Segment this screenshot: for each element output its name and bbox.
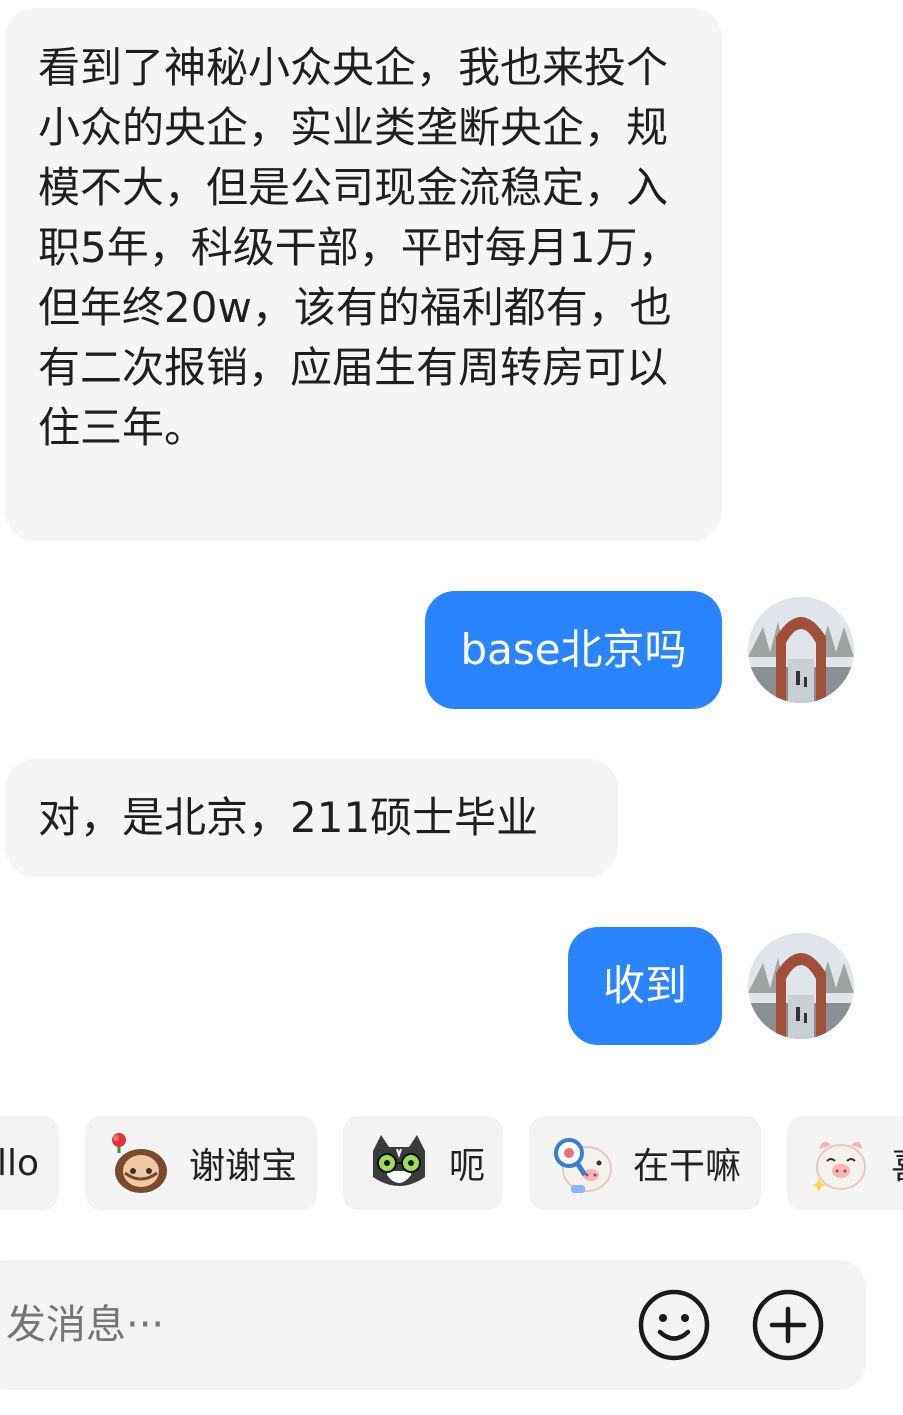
user-avatar[interactable] [748,597,854,703]
incoming-message[interactable]: 对，是北京，211硕士毕业 [5,759,618,877]
message-composer [0,1260,866,1390]
quick-reply-chip[interactable]: 呃 [343,1116,503,1210]
cat-with-glasses-sticker-icon [367,1131,431,1195]
quick-reply-label: 在干嘛 [633,1146,742,1187]
outgoing-message[interactable]: 收到 [568,927,722,1045]
quick-reply-chip[interactable]: 喜 [787,1116,903,1210]
chat-screen: 看到了神秘小众央企，我也来投个小众的央企，实业类垄断央企，规模不大，但是公司现金… [0,0,903,1415]
quick-reply-label: 谢谢宝 [189,1146,298,1187]
message-input[interactable] [6,1260,566,1390]
girl-with-rose-sticker-icon [107,1131,171,1195]
quick-reply-chip[interactable]: llo [0,1116,59,1210]
plus-circle-icon[interactable] [750,1287,826,1363]
user-avatar[interactable] [748,933,854,1039]
quick-reply-label: 喜 [891,1137,903,1189]
quick-reply-chip[interactable]: 在干嘛 [529,1116,761,1210]
quick-reply-label: 呃 [449,1146,486,1187]
outgoing-message[interactable]: base北京吗 [425,591,722,709]
pig-with-magnifier-sticker-icon [551,1131,615,1195]
quick-reply-label: llo [0,1142,40,1184]
incoming-message[interactable]: 看到了神秘小众央企，我也来投个小众的央企，实业类垄断央企，规模不大，但是公司现金… [5,8,722,541]
quick-reply-chip[interactable]: 谢谢宝 [85,1116,317,1210]
smiley-icon[interactable] [636,1287,712,1363]
pig-sparkle-sticker-icon [809,1131,873,1195]
